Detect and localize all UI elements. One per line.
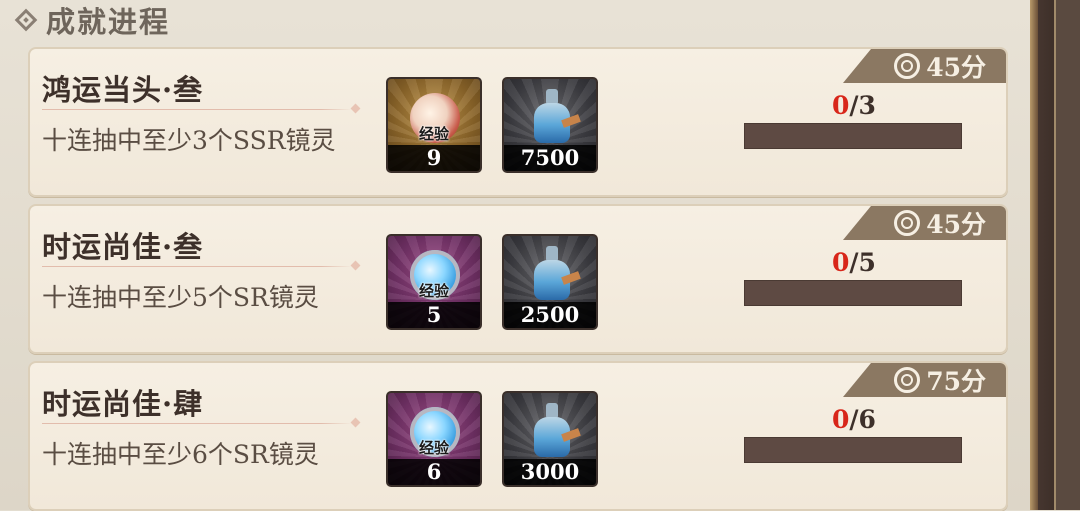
reward-count: 3000 <box>504 459 596 485</box>
reward-item[interactable]: 经验 5 <box>386 234 482 330</box>
divider-dot <box>350 103 361 114</box>
divider <box>42 423 352 424</box>
progress-total: /6 <box>849 405 876 434</box>
achievement-description: 十连抽中至少3个SSR镜灵 <box>42 126 336 155</box>
points-value: 45分 <box>926 210 986 239</box>
divider-dot <box>350 417 361 428</box>
points-badge: 45分 <box>843 49 1006 83</box>
exp-label: 经验 <box>418 125 449 143</box>
progress-total: /5 <box>849 248 876 277</box>
reward-count: 9 <box>388 145 480 171</box>
divider-dot <box>350 260 361 271</box>
section-header: 成就进程 <box>14 0 171 40</box>
achievement-name: 时运尚佳·肆 <box>42 387 204 421</box>
progress-current: 0 <box>832 405 850 434</box>
progress-bar <box>744 280 962 306</box>
progress-bar <box>744 437 962 463</box>
achievement-card[interactable]: 时运尚佳·叁 十连抽中至少5个SR镜灵 经验 5 2500 0/5 45分 <box>28 204 1008 354</box>
reward-item[interactable]: 2500 <box>502 234 598 330</box>
reward-count: 5 <box>388 302 480 328</box>
exp-label: 经验 <box>418 282 449 300</box>
achievement-description: 十连抽中至少6个SR镜灵 <box>42 440 319 469</box>
progress-bar <box>744 123 962 149</box>
reward-count: 2500 <box>504 302 596 328</box>
achievement-points-icon <box>894 367 921 393</box>
progress-current: 0 <box>832 248 850 277</box>
frame-edge <box>1030 0 1038 510</box>
achievement-name: 时运尚佳·叁 <box>42 230 204 264</box>
reward-item[interactable]: 经验 6 <box>386 391 482 487</box>
progress-counter: 0/5 <box>832 248 876 277</box>
points-badge: 45分 <box>843 206 1006 240</box>
section-title: 成就进程 <box>46 5 171 39</box>
achievement-card[interactable]: 鸿运当头·叁 十连抽中至少3个SSR镜灵 经验 9 7500 0/3 45分 <box>28 47 1008 197</box>
points-value: 75分 <box>926 367 986 396</box>
achievement-name: 鸿运当头·叁 <box>42 73 204 107</box>
progress-current: 0 <box>832 91 850 120</box>
divider <box>42 109 352 110</box>
achievement-description: 十连抽中至少5个SR镜灵 <box>42 283 319 312</box>
reward-count: 6 <box>388 459 480 485</box>
points-badge: 75分 <box>843 363 1006 397</box>
achievement-points-icon <box>894 210 921 236</box>
achievement-card[interactable]: 时运尚佳·肆 十连抽中至少6个SR镜灵 经验 6 3000 0/6 75分 <box>28 361 1008 511</box>
reward-item[interactable]: 经验 9 <box>386 77 482 173</box>
potion-bottle-icon <box>532 403 581 459</box>
progress-total: /3 <box>849 91 876 120</box>
diamond-icon <box>14 8 38 32</box>
potion-bottle-icon <box>532 89 581 145</box>
potion-bottle-icon <box>532 246 581 302</box>
right-frame-border <box>1030 0 1080 510</box>
divider <box>42 266 352 267</box>
points-value: 45分 <box>926 53 986 82</box>
exp-label: 经验 <box>418 439 449 457</box>
reward-count: 7500 <box>504 145 596 171</box>
reward-item[interactable]: 7500 <box>502 77 598 173</box>
reward-item[interactable]: 3000 <box>502 391 598 487</box>
progress-counter: 0/3 <box>832 91 876 120</box>
achievement-points-icon <box>894 53 921 79</box>
progress-counter: 0/6 <box>832 405 876 434</box>
frame-inner <box>1054 0 1080 510</box>
